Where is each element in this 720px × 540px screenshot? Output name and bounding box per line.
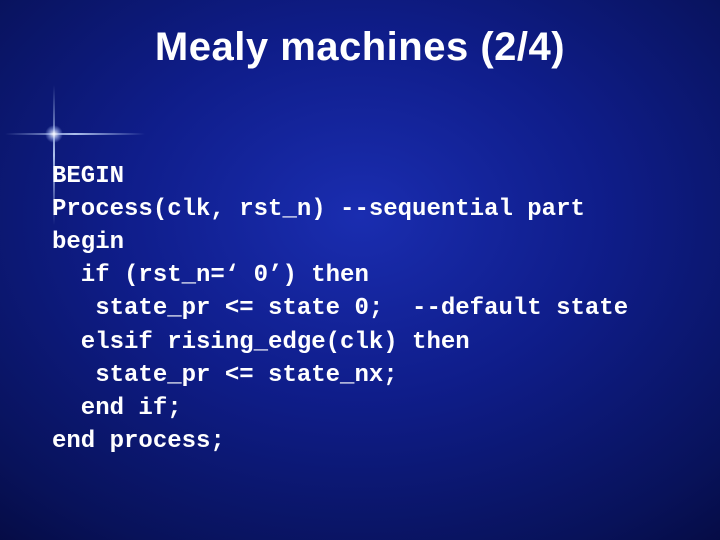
code-line: elsif rising_edge(clk) then <box>52 329 470 356</box>
code-line: state_pr <= state 0; --default state <box>52 295 628 322</box>
code-block: BEGIN Process(clk, rst_n) --sequential p… <box>52 160 628 458</box>
code-line: end process; <box>52 428 225 455</box>
code-line: Process(clk, rst_n) --sequential part <box>52 196 585 223</box>
slide-title: Mealy machines (2/4) <box>0 25 720 70</box>
flare-horizontal <box>5 133 145 135</box>
lens-flare-decoration <box>25 105 85 165</box>
code-line: state_pr <= state_nx; <box>52 362 398 389</box>
flare-core <box>45 125 63 143</box>
slide: Mealy machines (2/4) BEGIN Process(clk, … <box>0 0 720 540</box>
code-line: BEGIN <box>52 163 124 190</box>
code-line: begin <box>52 229 124 256</box>
code-line: if (rst_n=‘ 0’) then <box>52 262 369 289</box>
code-line: end if; <box>52 395 182 422</box>
